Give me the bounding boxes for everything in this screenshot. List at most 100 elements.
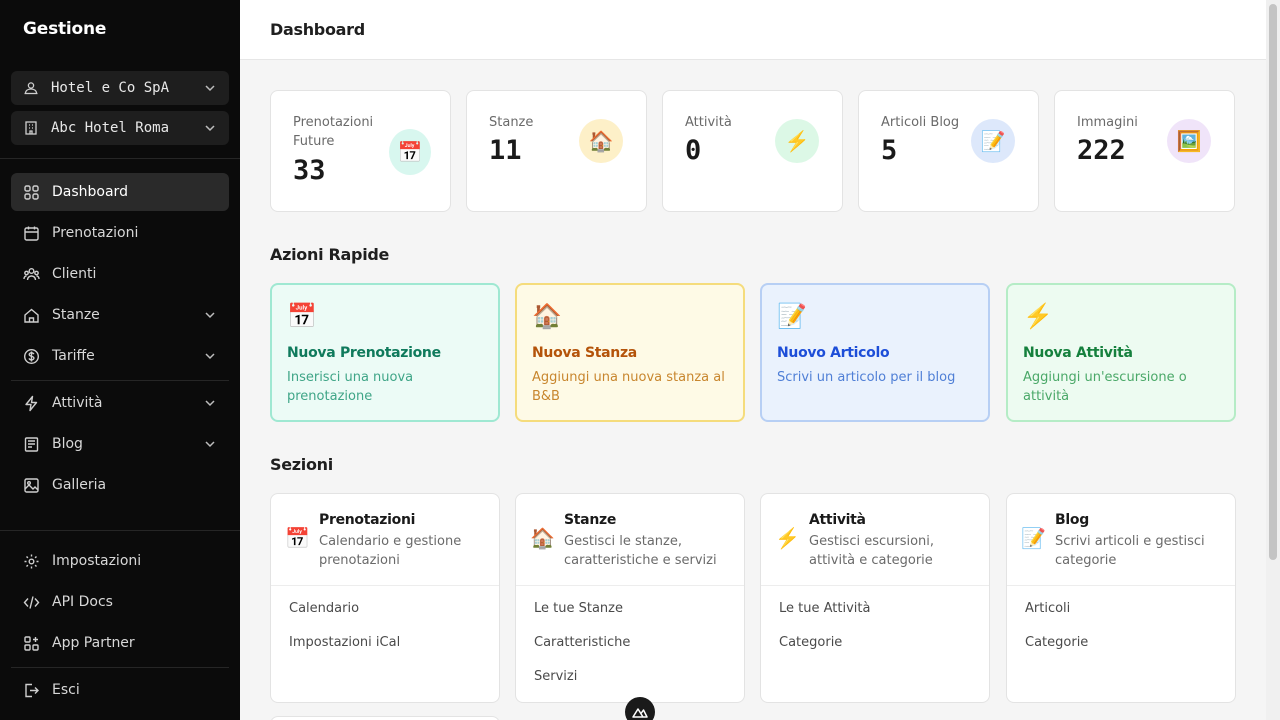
house-icon: 🏠 — [532, 303, 562, 330]
nav-label: Galleria — [52, 477, 107, 493]
section-title: Stanze — [564, 512, 617, 528]
quick-action-nuova-attivita[interactable]: ⚡ Nuova Attività Aggiungi un'escursione … — [1006, 283, 1236, 422]
newspaper-icon — [23, 436, 40, 453]
stat-label: Stanze — [489, 115, 534, 130]
nav-label: App Partner — [52, 635, 135, 651]
stat-card-immagini: Immagini 222 🖼️ — [1054, 90, 1235, 212]
divider — [761, 585, 989, 586]
memo-icon: 📝 — [971, 119, 1015, 163]
section-link[interactable]: Categorie — [1025, 635, 1088, 650]
section-link[interactable]: Impostazioni iCal — [289, 635, 400, 650]
scrollbar-thumb[interactable] — [1269, 4, 1277, 560]
section-link[interactable]: Caratteristiche — [534, 635, 630, 650]
divider — [11, 667, 229, 668]
stat-value: 5 — [881, 135, 898, 166]
nav-label: Stanze — [52, 307, 100, 323]
nav-label: Blog — [52, 436, 83, 452]
sidebar: Gestione Hotel e Co SpA Abc Hotel Roma D… — [0, 0, 240, 720]
section-link[interactable]: Categorie — [779, 635, 842, 650]
bolt-icon: ⚡ — [775, 528, 800, 550]
nav-impostazioni[interactable]: Impostazioni — [11, 542, 229, 580]
brand-title: Gestione — [23, 19, 107, 39]
stat-label: Articoli Blog — [881, 115, 960, 130]
section-link[interactable]: Servizi — [534, 669, 577, 684]
quick-action-desc: Aggiungi un'escursione o attività — [1023, 370, 1187, 404]
stat-card-articoli: Articoli Blog 5 📝 — [858, 90, 1039, 212]
nav-label: API Docs — [52, 594, 113, 610]
code-icon — [23, 594, 40, 611]
stat-value: 0 — [685, 135, 702, 166]
section-card-blog: 📝 Blog Scrivi articoli e gestisci catego… — [1006, 493, 1236, 703]
calendar-icon: 📅 — [285, 528, 310, 550]
nav-dashboard[interactable]: Dashboard — [11, 173, 229, 211]
quick-action-desc: Aggiungi una nuova stanza al B&B — [532, 370, 725, 404]
nav-api-docs[interactable]: API Docs — [11, 583, 229, 621]
nav-label: Dashboard — [52, 184, 128, 200]
nav-prenotazioni[interactable]: Prenotazioni — [11, 214, 229, 252]
divider — [1007, 585, 1235, 586]
nav-stanze[interactable]: Stanze — [11, 296, 229, 334]
section-desc: Gestisci le stanze, caratteristiche e se… — [564, 534, 717, 568]
bolt-icon: ⚡ — [775, 119, 819, 163]
quick-action-nuovo-articolo[interactable]: 📝 Nuovo Articolo Scrivi un articolo per … — [760, 283, 990, 422]
divider — [11, 380, 229, 381]
section-link[interactable]: Le tue Attività — [779, 601, 870, 616]
calendar-icon: 📅 — [287, 303, 317, 330]
nuxt-devtools-button[interactable] — [625, 697, 655, 720]
nav-tariffe[interactable]: Tariffe — [11, 337, 229, 375]
section-title: Attività — [809, 512, 866, 528]
chevron-down-icon — [203, 437, 217, 451]
picture-icon: 🖼️ — [1167, 119, 1211, 163]
home-icon — [23, 307, 40, 324]
house-icon: 🏠 — [530, 528, 555, 550]
section-link[interactable]: Articoli — [1025, 601, 1070, 616]
memo-icon: 📝 — [1021, 528, 1046, 550]
calendar-icon — [23, 225, 40, 242]
nav-label: Clienti — [52, 266, 97, 282]
nav-app-partner[interactable]: App Partner — [11, 624, 229, 662]
apps-icon — [23, 635, 40, 652]
stat-card-attivita: Attività 0 ⚡ — [662, 90, 843, 212]
stat-label: Prenotazioni Future — [293, 115, 374, 149]
nav-blog[interactable]: Blog — [11, 425, 229, 463]
grid-icon — [23, 184, 40, 201]
nav-label: Attività — [52, 395, 103, 411]
nav-attivita[interactable]: Attività — [11, 384, 229, 422]
stat-label: Attività — [685, 115, 732, 130]
nav-label: Impostazioni — [52, 553, 142, 569]
stat-card-stanze: Stanze 11 🏠 — [466, 90, 647, 212]
company-name: Hotel e Co SpA — [51, 80, 170, 96]
section-desc: Scrivi articoli e gestisci categorie — [1055, 534, 1205, 568]
nav-clienti[interactable]: Clienti — [11, 255, 229, 293]
section-card-stanze: 🏠 Stanze Gestisci le stanze, caratterist… — [515, 493, 745, 703]
nav-galleria[interactable]: Galleria — [11, 466, 229, 504]
section-card-prenotazioni: 📅 Prenotazioni Calendario e gestione pre… — [270, 493, 500, 703]
property-name: Abc Hotel Roma — [51, 120, 170, 136]
divider — [0, 530, 240, 531]
chevron-down-icon — [203, 349, 217, 363]
quick-action-title: Nuova Stanza — [532, 345, 637, 361]
bolt-icon — [23, 395, 40, 412]
stat-label: Immagini — [1077, 115, 1138, 130]
memo-icon: 📝 — [777, 303, 807, 330]
quick-action-nuova-prenotazione[interactable]: 📅 Nuova Prenotazione Inserisci una nuova… — [270, 283, 500, 422]
gear-icon — [23, 553, 40, 570]
sections-title: Sezioni — [270, 455, 333, 474]
scrollbar[interactable] — [1266, 0, 1280, 720]
section-link[interactable]: Calendario — [289, 601, 359, 616]
quick-action-desc: Inserisci una nuova prenotazione — [287, 370, 414, 404]
quick-action-nuova-stanza[interactable]: 🏠 Nuova Stanza Aggiungi una nuova stanza… — [515, 283, 745, 422]
building-icon — [23, 120, 39, 136]
quick-actions-title: Azioni Rapide — [270, 245, 390, 264]
nav-label: Tariffe — [52, 348, 95, 364]
company-selector[interactable]: Hotel e Co SpA — [11, 71, 229, 105]
nav-esci[interactable]: Esci — [11, 671, 229, 709]
property-selector[interactable]: Abc Hotel Roma — [11, 111, 229, 145]
calendar-icon: 📅 — [389, 129, 431, 175]
section-card-partial — [270, 716, 500, 720]
section-link[interactable]: Le tue Stanze — [534, 601, 623, 616]
chevron-down-icon — [203, 121, 217, 135]
dollar-icon — [23, 348, 40, 365]
stat-card-prenotazioni: Prenotazioni Future 33 📅 — [270, 90, 451, 212]
nav-label: Prenotazioni — [52, 225, 139, 241]
